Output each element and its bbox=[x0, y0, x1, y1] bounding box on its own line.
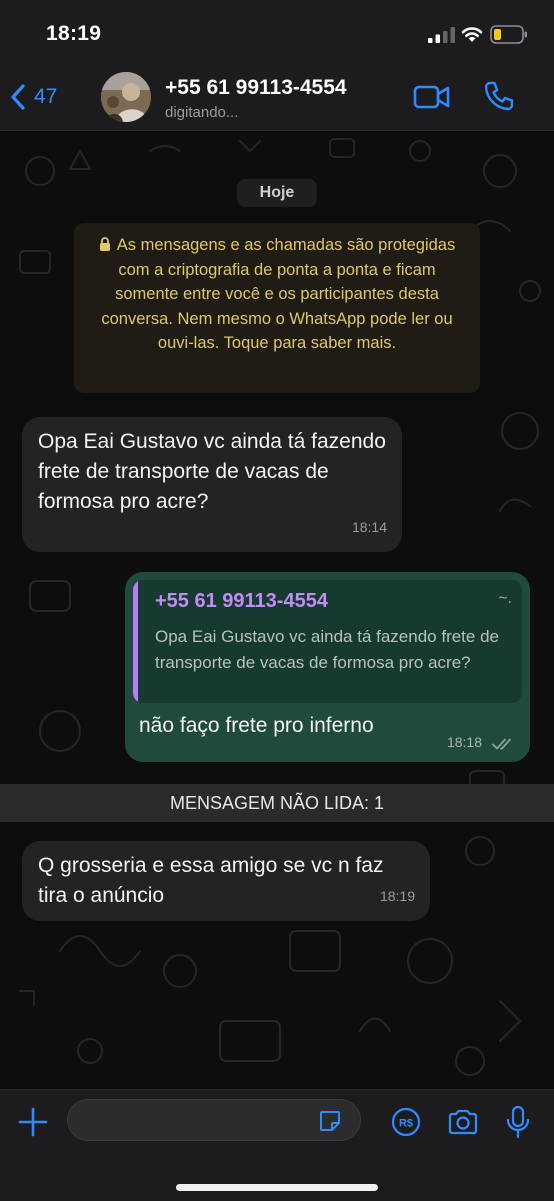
quoted-author: +55 61 99113-4554 bbox=[155, 590, 328, 612]
contact-avatar[interactable] bbox=[101, 72, 151, 122]
back-button[interactable]: 47 bbox=[10, 80, 57, 114]
sticker-icon[interactable] bbox=[318, 1109, 342, 1133]
message-time: 18:19 bbox=[379, 888, 415, 904]
unread-messages-banner: MENSAGEM NÃO LIDA: 1 bbox=[0, 784, 554, 822]
payment-icon: R$ bbox=[391, 1107, 421, 1137]
payment-label: R$ bbox=[399, 1118, 413, 1130]
typing-status: digitando... bbox=[165, 104, 239, 121]
message-text: Q grosseria e essa amigo se vc n faz tir… bbox=[38, 854, 384, 907]
quoted-message[interactable]: +55 61 99113-4554 ~. Opa Eai Gustavo vc … bbox=[133, 580, 522, 703]
date-separator: Hoje bbox=[237, 179, 317, 207]
outgoing-reply-message[interactable]: +55 61 99113-4554 ~. Opa Eai Gustavo vc … bbox=[125, 572, 530, 762]
message-input-bar: R$ bbox=[0, 1089, 554, 1201]
incoming-message[interactable]: Q grosseria e essa amigo se vc n faz tir… bbox=[22, 841, 430, 921]
payment-button[interactable]: R$ bbox=[391, 1107, 421, 1137]
lock-icon bbox=[99, 237, 110, 251]
quoted-text: Opa Eai Gustavo vc ainda tá fazendo fret… bbox=[155, 627, 499, 672]
message-text: não faço frete pro inferno bbox=[139, 714, 374, 737]
wifi-icon bbox=[461, 27, 483, 42]
message-input[interactable] bbox=[67, 1099, 361, 1141]
home-indicator bbox=[176, 1184, 378, 1191]
video-call-icon[interactable] bbox=[413, 82, 451, 112]
unread-chats-count: 47 bbox=[34, 85, 58, 108]
encryption-notice[interactable]: As mensagens e as chamadas são protegida… bbox=[74, 223, 480, 393]
contact-name[interactable]: +55 61 99113-4554 bbox=[165, 76, 347, 100]
read-receipt-icon bbox=[492, 738, 511, 750]
encryption-notice-text: As mensagens e as chamadas são protegida… bbox=[101, 236, 456, 352]
message-text: Opa Eai Gustavo vc ainda tá fazendo fret… bbox=[38, 430, 386, 513]
status-bar: 18:19 bbox=[0, 0, 554, 64]
attach-plus-icon[interactable] bbox=[17, 1106, 49, 1138]
chevron-left-icon bbox=[11, 84, 25, 110]
contact-photo-icon bbox=[101, 72, 151, 122]
cellular-signal-icon bbox=[428, 27, 455, 43]
chat-area[interactable]: Hoje As mensagens e as chamadas são prot… bbox=[0, 131, 554, 1089]
voice-call-icon[interactable] bbox=[483, 80, 515, 112]
quoted-author-marker: ~. bbox=[498, 590, 512, 607]
incoming-message[interactable]: Opa Eai Gustavo vc ainda tá fazendo fret… bbox=[22, 417, 402, 552]
message-time: 18:18 bbox=[446, 734, 482, 750]
quote-accent-bar bbox=[133, 580, 138, 703]
message-time: 18:14 bbox=[351, 519, 387, 535]
microphone-icon[interactable] bbox=[505, 1105, 531, 1139]
chat-header: 47 +55 61 99113-4554 digitando... bbox=[0, 64, 554, 131]
camera-icon[interactable] bbox=[447, 1108, 479, 1136]
battery-icon bbox=[490, 25, 527, 44]
status-time: 18:19 bbox=[46, 22, 102, 45]
